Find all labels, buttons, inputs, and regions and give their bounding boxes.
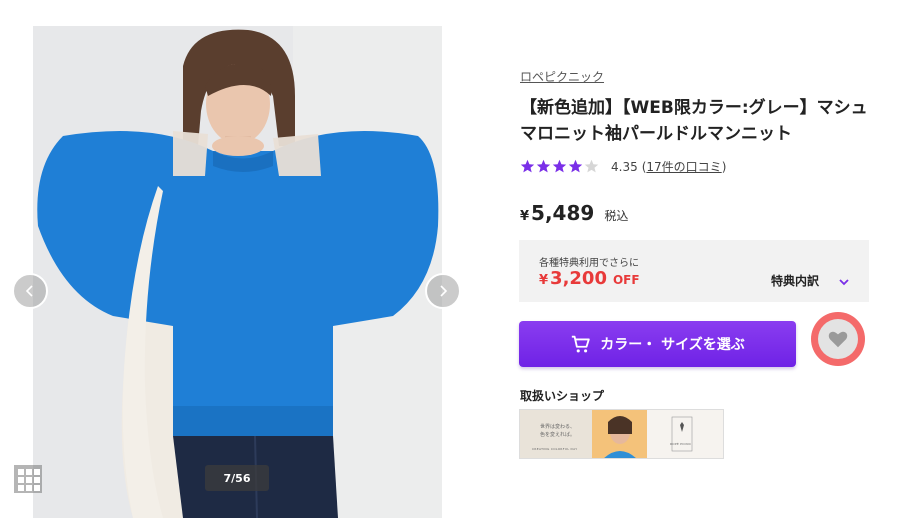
currency-symbol: ¥ [520,209,530,224]
tax-label: 税込 [604,209,629,223]
chevron-right-icon [440,285,448,297]
cart-icon [572,335,590,353]
star-icon [520,159,535,173]
star-icon [536,159,551,173]
product-image-gallery[interactable] [33,26,442,518]
previous-image-button[interactable] [12,273,48,309]
shop-banner[interactable]: 世界は変わる、 色を変えれば。 CREATING COLORFUL DAY RO… [519,409,724,459]
banner-copy-line-2: 色を変えれば。 [540,432,576,438]
star-icon [584,159,599,173]
next-image-button[interactable] [425,273,461,309]
product-title: 【新色追加】【WEB限カラー:グレー】マシュマロニット袖パールドルマンニット [520,98,868,144]
heart-icon [828,331,848,348]
favorite-highlight [811,312,865,366]
star-icon [568,159,583,173]
brand-link[interactable]: ロペピクニック [520,68,604,85]
product-photo [33,26,442,518]
select-color-size-label: カラー・ サイズを選ぶ [600,337,745,353]
benefit-detail-toggle[interactable]: 特典内訳 [771,272,819,289]
banner-tagline: CREATING COLORFUL DAY [532,447,578,451]
price: ¥ 5,489 税込 [520,201,628,225]
shop-section-label: 取扱いショップ [520,389,605,403]
star-rating [520,159,599,174]
favorite-button[interactable] [818,319,858,359]
discount-amount: ¥ 3,200 OFF [539,268,640,289]
chevron-down-icon[interactable] [837,275,851,289]
image-counter: 7/56 [205,465,269,491]
benefit-note: 各種特典利用でさらに [539,258,639,269]
banner-logo: ROPÉ PICNIC [670,442,692,446]
grid-icon [18,469,24,475]
review-count: (17件の口コミ) [641,160,727,174]
rating-score: 4.35 [611,159,638,174]
benefit-panel[interactable]: 各種特典利用でさらに ¥ 3,200 OFF 特典内訳 [519,240,869,302]
chevron-left-icon [25,285,33,297]
banner-copy-line-1: 世界は変わる、 [540,424,576,430]
reviews-link[interactable]: 17件の口コミ [646,160,721,174]
star-icon [552,159,567,173]
product-rating: 4.35 (17件の口コミ) [520,158,726,175]
thumbnail-grid-button[interactable] [14,465,42,493]
select-color-size-button[interactable]: カラー・ サイズを選ぶ [519,321,796,367]
price-amount: 5,489 [531,201,595,225]
